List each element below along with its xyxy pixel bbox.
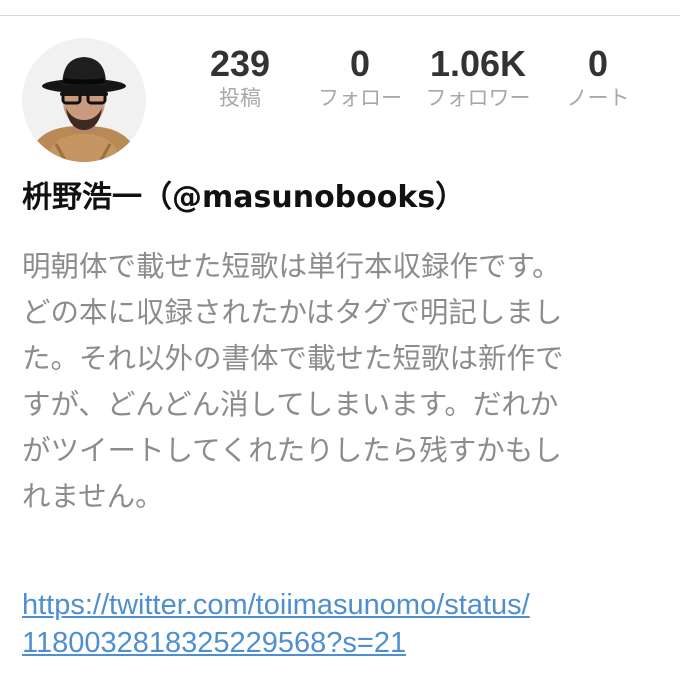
profile-link[interactable]: https://twitter.com/toiimasunomo/status/…: [22, 586, 662, 662]
top-divider: [0, 15, 680, 16]
following-label: フォロー: [318, 86, 402, 110]
stat-following[interactable]: 0 フォロー: [318, 42, 402, 112]
profile-name: 枡野浩一（@masunobooks）: [22, 180, 466, 215]
notes-count: 0: [587, 43, 609, 84]
stat-posts[interactable]: 239 投稿: [210, 42, 270, 112]
profile-stats: 239 投稿 0 フォロー 1.06K フォロワー 0 ノート: [0, 42, 680, 122]
bio-line: 明朝体で載せた短歌は単行本収録作です。: [22, 250, 561, 283]
bio-line: どの本に収録されたかはタグで明記しまし: [22, 296, 563, 329]
profile-link-line: 1180032818325229568?s=21: [22, 627, 407, 659]
notes-label: ノート: [566, 86, 630, 110]
posts-count: 239: [209, 43, 271, 84]
followers-count: 1.06K: [429, 43, 527, 84]
followers-label: フォロワー: [425, 86, 531, 110]
bio-line: た。それ以外の書体で載せた短歌は新作で: [22, 342, 564, 375]
bio-line: がツイートしてくれたりしたら残すかもし: [22, 434, 562, 467]
profile-bio: 明朝体で載せた短歌は単行本収録作です。 どの本に収録されたかはタグで明記しまし …: [22, 244, 662, 520]
stat-followers[interactable]: 1.06K フォロワー: [426, 42, 531, 112]
bio-line: すが、どんどん消してしまいます。だれか: [22, 388, 559, 421]
bio-line: れません。: [22, 480, 164, 513]
profile-page: 239 投稿 0 フォロー 1.06K フォロワー 0 ノート 枡野浩一（@ma…: [0, 0, 680, 680]
profile-link-line: https://twitter.com/toiimasunomo/status/: [22, 589, 530, 621]
following-count: 0: [349, 43, 371, 84]
posts-label: 投稿: [218, 86, 261, 110]
stat-notes[interactable]: 0 ノート: [567, 42, 630, 112]
